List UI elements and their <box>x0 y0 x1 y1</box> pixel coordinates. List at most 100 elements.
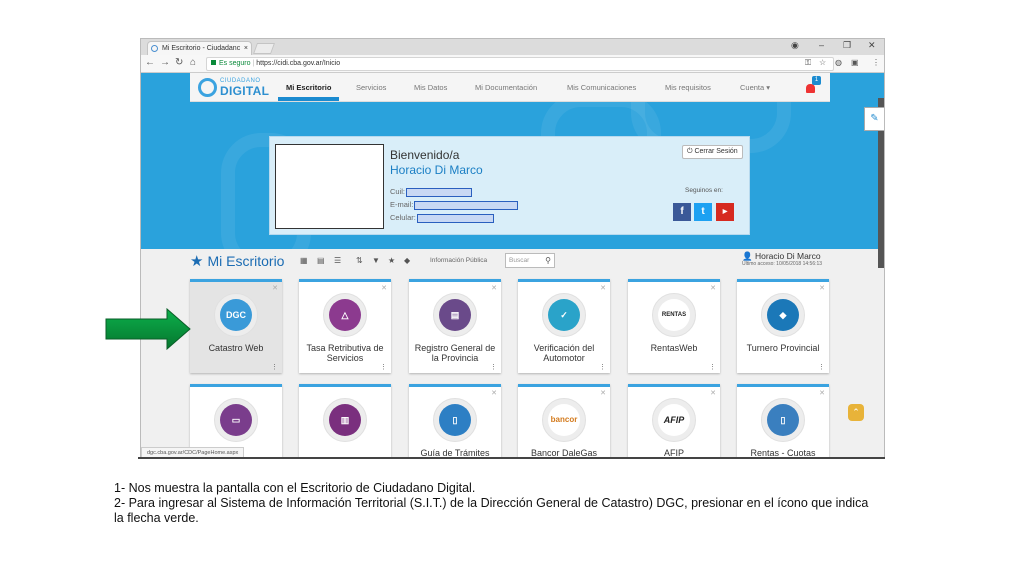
email-field: E-mail: <box>390 200 519 210</box>
tile-more-icon[interactable]: ⋮ <box>709 363 716 371</box>
tile-label: Tasa Retributiva de Servicios <box>306 343 384 363</box>
tile-close-icon[interactable]: ✕ <box>491 389 497 397</box>
afip-icon: AFIP <box>652 398 696 442</box>
feedback-icon[interactable]: ✎ <box>864 107 884 131</box>
favorite-filter-icon[interactable]: ★ <box>388 256 395 265</box>
search-input[interactable]: Buscar ⚲ <box>505 253 555 268</box>
book-icon: ▤ <box>433 293 477 337</box>
profile-icon[interactable]: ◉ <box>791 40 799 51</box>
cuil-value-redacted <box>406 187 473 197</box>
celular-label: Celular: <box>390 213 416 222</box>
ciudadano-digital-logo[interactable]: CIUDADANO DIGITAL <box>198 78 269 98</box>
nav-mis-comunicaciones[interactable]: Mis Comunicaciones <box>567 83 636 92</box>
email-label: E-mail: <box>390 200 414 209</box>
tile-view-icon[interactable]: ▤ <box>317 256 325 265</box>
rentas-icon: RENTAS <box>652 293 696 337</box>
notification-badge: 1 <box>812 76 821 85</box>
informacion-publica-link[interactable]: Información Pública <box>430 257 487 264</box>
tile-close-icon[interactable]: ✕ <box>381 284 387 292</box>
twitter-icon[interactable]: t <box>694 203 712 221</box>
minimize-icon[interactable]: – <box>819 40 824 50</box>
star-icon: ★ <box>190 253 204 270</box>
back-icon[interactable]: ← <box>145 57 155 68</box>
tile-more-icon[interactable]: ⋮ <box>271 363 278 371</box>
tile-rentasweb[interactable]: ✕ RENTAS RentasWeb ⋮ <box>628 279 720 373</box>
nav-mis-datos[interactable]: Mis Datos <box>414 83 447 92</box>
instruction-1: 1- Nos muestra la pantalla con el Escrit… <box>114 481 476 495</box>
grid-view-icon[interactable]: ▦ <box>300 256 308 265</box>
tile-more-icon[interactable]: ⋮ <box>380 363 387 371</box>
sort-icon[interactable]: ⇅ <box>356 256 363 265</box>
instructions-text: 1- Nos muestra la pantalla con el Escrit… <box>114 481 874 526</box>
url-input[interactable]: Es seguro | https://cidi.cba.gov.ar/Inic… <box>206 57 834 71</box>
reload-icon[interactable]: ↻ <box>175 57 183 68</box>
key-icon[interactable]: ⚿ <box>805 58 811 68</box>
nav-mi-escritorio[interactable]: Mi Escritorio <box>277 83 340 101</box>
tile-registro-general[interactable]: ✕ ▤ Registro General de la Provincia ⋮ <box>409 279 501 373</box>
search-placeholder: Buscar <box>509 257 530 264</box>
favicon-icon <box>151 45 158 52</box>
clipboard-icon: ✓ <box>542 293 586 337</box>
tile-bancor-dalegas[interactable]: ✕ bancor Bancor DaleGas <box>518 384 610 457</box>
bookmark-star-icon[interactable]: ☆ <box>819 58 826 67</box>
youtube-icon[interactable]: ▶ <box>716 203 734 221</box>
home-icon[interactable]: ⌂ <box>190 57 196 68</box>
tile-close-icon[interactable]: ✕ <box>600 284 606 292</box>
nav-cuenta[interactable]: Cuenta ▾ <box>740 83 770 92</box>
tab-close-icon[interactable]: × <box>244 42 248 55</box>
scroll-top-icon[interactable]: ⌃ <box>848 404 864 421</box>
url-text: https://cidi.cba.gov.ar/Inicio <box>256 60 341 67</box>
green-arrow-icon <box>105 308 191 350</box>
tile-close-icon[interactable]: ✕ <box>710 389 716 397</box>
tile-catastro-web[interactable]: ✕ DGC Catastro Web ⋮ <box>190 279 282 373</box>
list-view-icon[interactable]: ☰ <box>334 256 341 265</box>
menu-icon[interactable]: ⋮ <box>872 58 880 67</box>
nav-mi-documentacion[interactable]: Mi Documentación <box>475 83 537 92</box>
filter-icon[interactable]: ▼ <box>372 256 380 265</box>
tile-turnero-provincial[interactable]: ✕ ◆ Turnero Provincial ⋮ <box>737 279 829 373</box>
tile-tasa-retributiva[interactable]: ✕ △ Tasa Retributiva de Servicios ⋮ <box>299 279 391 373</box>
secure-label: Es seguro <box>219 60 251 67</box>
tile-verificacion-automotor[interactable]: ✕ ✓ Verificación del Automotor ⋮ <box>518 279 610 373</box>
web-page: CIUDADANO DIGITAL Mi Escritorio Servicio… <box>141 73 884 457</box>
tile-close-icon[interactable]: ✕ <box>819 284 825 292</box>
profile-card: Bienvenido/a Horacio Di Marco Cuil: E-ma… <box>269 136 750 235</box>
tab-title: Mi Escritorio - Ciudadanc <box>162 45 241 52</box>
tile-label: Registro General de la Provincia <box>414 343 496 363</box>
tile-more-icon[interactable]: ⋮ <box>599 363 606 371</box>
search-icon[interactable]: ⚲ <box>545 254 551 267</box>
dgc-icon: DGC <box>214 293 258 337</box>
restore-icon[interactable]: ❐ <box>843 40 851 51</box>
email-value-redacted <box>414 200 519 210</box>
tile-close-icon[interactable]: ✕ <box>491 284 497 292</box>
monitor-search-icon: ▭ <box>214 398 258 442</box>
tile-more-icon[interactable]: ⋮ <box>490 363 497 371</box>
tile-more-icon[interactable]: ⋮ <box>818 363 825 371</box>
tile-close-icon[interactable]: ✕ <box>600 389 606 397</box>
top-navigation: CIUDADANO DIGITAL Mi Escritorio Servicio… <box>190 73 830 102</box>
cuil-label: Cuil: <box>390 187 406 196</box>
tile-book[interactable]: ▥ <box>299 384 391 457</box>
extension-icon[interactable]: ◍ <box>835 58 842 67</box>
browser-tab[interactable]: Mi Escritorio - Ciudadanc × <box>147 41 252 55</box>
tile-afip[interactable]: ✕ AFIP AFIP <box>628 384 720 457</box>
bell-shape <box>806 84 815 93</box>
tile-close-icon[interactable]: ✕ <box>710 284 716 292</box>
notification-bell-icon[interactable]: 1 <box>804 76 821 95</box>
tile-guia-tramites[interactable]: ✕ ▯ Guía de Trámites <box>409 384 501 457</box>
extension-icon-2[interactable]: ▣ <box>851 58 859 67</box>
nav-servicios[interactable]: Servicios <box>356 83 386 92</box>
profile-photo <box>275 144 384 229</box>
follow-label: Seguinos en: <box>685 187 723 194</box>
nav-mis-requisitos[interactable]: Mis requisitos <box>665 83 711 92</box>
tag-icon[interactable]: ◆ <box>404 256 410 265</box>
new-tab-button[interactable] <box>252 43 276 54</box>
facebook-icon[interactable]: f <box>673 203 691 221</box>
tile-close-icon[interactable]: ✕ <box>819 389 825 397</box>
window-close-icon[interactable]: ✕ <box>868 40 876 51</box>
tile-rentas-cuotas[interactable]: ✕ ▯ Rentas - Cuotas <box>737 384 829 457</box>
tile-close-icon[interactable]: ✕ <box>272 284 278 292</box>
last-access: Último acceso: 10/05/2018 14:56:13 <box>742 261 823 267</box>
forward-icon[interactable]: → <box>160 57 170 68</box>
logout-button[interactable]: ⏻ Cerrar Sesión <box>682 145 743 159</box>
